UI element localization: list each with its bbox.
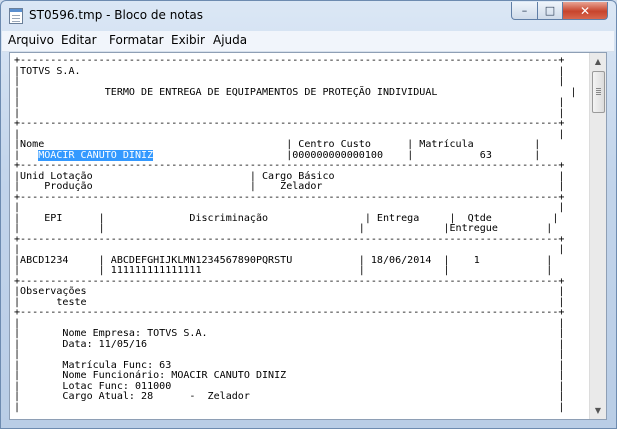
document-line: | Produção | Zelador | <box>14 181 565 192</box>
minimize-button[interactable]: – <box>511 2 538 20</box>
document-line: |TOTVS S.A. | <box>14 65 565 77</box>
document-line: | | <box>14 349 565 360</box>
line-prefix: | <box>14 149 39 161</box>
document-line: | | <box>14 401 565 413</box>
document-line: | | <box>14 128 565 140</box>
document-line: +---------------------------------------… <box>14 118 565 129</box>
document-line: | Nome Funcionário: MOACIR CANUTO DINIZ … <box>14 370 565 381</box>
document-line: |Observações | <box>14 286 565 297</box>
document-line: +---------------------------------------… <box>14 307 565 318</box>
document-line: | | | |Entregue | <box>14 223 553 234</box>
scrollbar-thumb[interactable] <box>592 71 605 113</box>
menu-bar: Arquivo Editar Formatar Exibir Ajuda <box>2 31 614 52</box>
menu-arquivo[interactable]: Arquivo <box>8 33 54 47</box>
notepad-icon <box>9 8 23 24</box>
document-line: +---------------------------------------… <box>14 191 565 203</box>
notepad-window: ST0596.tmp - Bloco de notas – □ ✕ Arquiv… <box>0 0 617 429</box>
document-line: +---------------------------------------… <box>14 160 565 171</box>
document-line: | | <box>14 317 565 329</box>
menu-ajuda[interactable]: Ajuda <box>213 33 247 47</box>
document-line: +---------------------------------------… <box>14 233 565 245</box>
menu-editar[interactable]: Editar <box>61 33 97 47</box>
document-line: | | <box>14 202 565 213</box>
document-line: | Lotac Func: 011000 | <box>14 380 565 392</box>
document-line: | teste | <box>14 296 565 308</box>
line-rest: |000000000000100 | 63 | <box>153 149 541 161</box>
document-line: | | <box>14 107 565 119</box>
document-line: |ABCD1234 | ABCDEFGHIJKLMN1234567890PQRS… <box>14 254 553 266</box>
close-button[interactable]: ✕ <box>562 2 608 20</box>
document-line: | | 111111111111111 | | | <box>14 265 553 276</box>
maximize-button[interactable]: □ <box>537 2 563 20</box>
vertical-scrollbar[interactable]: ▲ ▼ <box>589 53 606 419</box>
scroll-down-arrow-icon[interactable]: ▼ <box>590 402 606 419</box>
document-line: | | <box>14 244 565 255</box>
document-line: | | <box>14 97 565 108</box>
document-line: | EPI | Discriminação | Entrega | Qtde | <box>14 212 559 224</box>
scroll-up-arrow-icon[interactable]: ▲ <box>590 53 606 70</box>
document-line: | Data: 11/05/16 | <box>14 338 565 350</box>
document-line: |Nome | Centro Custo | Matrícula | <box>14 139 541 150</box>
title-bar[interactable]: ST0596.tmp - Bloco de notas – □ ✕ <box>1 1 616 31</box>
selected-text[interactable]: MOACIR CANUTO DINIZ <box>38 149 154 161</box>
text-area[interactable]: +---------------------------------------… <box>10 53 590 419</box>
document-line: | TERMO DE ENTREGA DE EQUIPAMENTOS DE PR… <box>14 86 577 98</box>
document-text[interactable]: +---------------------------------------… <box>10 53 590 413</box>
document-line: | Cargo Atual: 28 - Zelador | <box>14 391 565 402</box>
document-line: | Matrícula Func: 63 | <box>14 359 565 371</box>
document-line: |Unid Lotação | Cargo Básico | <box>14 170 565 182</box>
document-line: | Nome Empresa: TOTVS S.A. | <box>14 328 565 339</box>
document-line: | MOACIR CANUTO DINIZ |000000000000100 |… <box>14 149 541 161</box>
document-line: +---------------------------------------… <box>14 55 565 66</box>
document-line: +---------------------------------------… <box>14 275 565 287</box>
menu-formatar[interactable]: Formatar <box>109 33 164 47</box>
menu-exibir[interactable]: Exibir <box>171 33 205 47</box>
document-line: | | <box>14 76 565 87</box>
window-title: ST0596.tmp - Bloco de notas <box>29 8 204 22</box>
text-editor[interactable]: +---------------------------------------… <box>9 52 607 420</box>
